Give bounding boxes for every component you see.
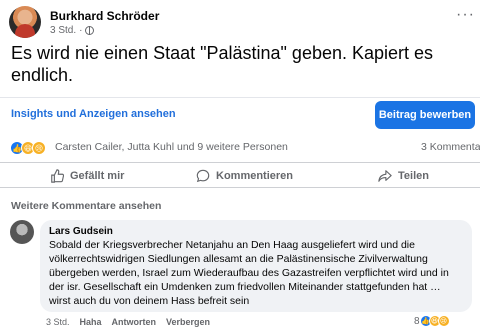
- sad-icon: 😢: [437, 315, 450, 327]
- globe-icon: [85, 26, 95, 35]
- comment-bubble: Lars Gudsein Sobald der Kriegsverbrecher…: [40, 220, 472, 312]
- post-header: Burkhard Schröder 3 Std. · ···: [9, 6, 475, 38]
- comment-haha-button[interactable]: Haha: [80, 317, 102, 327]
- more-horizontal-icon[interactable]: ···: [456, 7, 475, 23]
- post-time[interactable]: 3 Std.: [50, 25, 76, 36]
- author-avatar[interactable]: [9, 6, 41, 38]
- insights-link[interactable]: Insights und Anzeigen ansehen: [11, 108, 176, 120]
- reactions-row: 👍 😆 😢 Carsten Cailer, Jutta Kuhl und 9 w…: [10, 140, 480, 156]
- comment-reply-button[interactable]: Antworten: [112, 317, 157, 327]
- boost-post-button[interactable]: Beitrag bewerben: [375, 101, 475, 129]
- thumbs-up-icon: [51, 169, 64, 183]
- share-icon: [378, 170, 392, 182]
- insights-bar: Insights und Anzeigen ansehen Beitrag be…: [0, 97, 480, 133]
- comment-reaction-count: 8: [414, 315, 420, 327]
- sad-icon: 😢: [32, 141, 46, 155]
- post-meta: 3 Std. ·: [50, 25, 95, 36]
- comments-count[interactable]: 3 Kommentare: [421, 141, 480, 153]
- action-row: Gefällt mir Kommentieren Teilen: [0, 162, 480, 188]
- comment-text: Sobald der Kriegsverbrecher Netanjahu an…: [49, 239, 449, 307]
- like-label: Gefällt mir: [70, 170, 125, 182]
- post-text: Es wird nie einen Staat "Palästina" gebe…: [11, 43, 434, 85]
- comment-hide-button[interactable]: Verbergen: [166, 317, 210, 327]
- comment-actions: 3 Std. Haha Antworten Verbergen: [46, 317, 210, 327]
- meta-separator: ·: [79, 25, 83, 36]
- comment-button[interactable]: Kommentieren: [196, 166, 293, 186]
- reactors-text[interactable]: Carsten Cailer, Jutta Kuhl und 9 weitere…: [55, 141, 288, 153]
- share-button[interactable]: Teilen: [378, 166, 429, 186]
- comment-label: Kommentieren: [216, 170, 294, 182]
- commenter-name[interactable]: Lars Gudsein: [49, 225, 463, 238]
- comment-reactions[interactable]: 8 👍 😆 😢: [414, 315, 450, 327]
- author-name[interactable]: Burkhard Schröder: [50, 9, 159, 23]
- reaction-icons[interactable]: 👍 😆 😢: [10, 141, 46, 155]
- comment-icon: [196, 169, 210, 183]
- more-comments-link[interactable]: Weitere Kommentare ansehen: [11, 200, 161, 212]
- commenter-avatar[interactable]: [10, 220, 34, 244]
- comment-time[interactable]: 3 Std.: [46, 317, 70, 327]
- like-button[interactable]: Gefällt mir: [50, 166, 124, 186]
- share-label: Teilen: [398, 170, 429, 182]
